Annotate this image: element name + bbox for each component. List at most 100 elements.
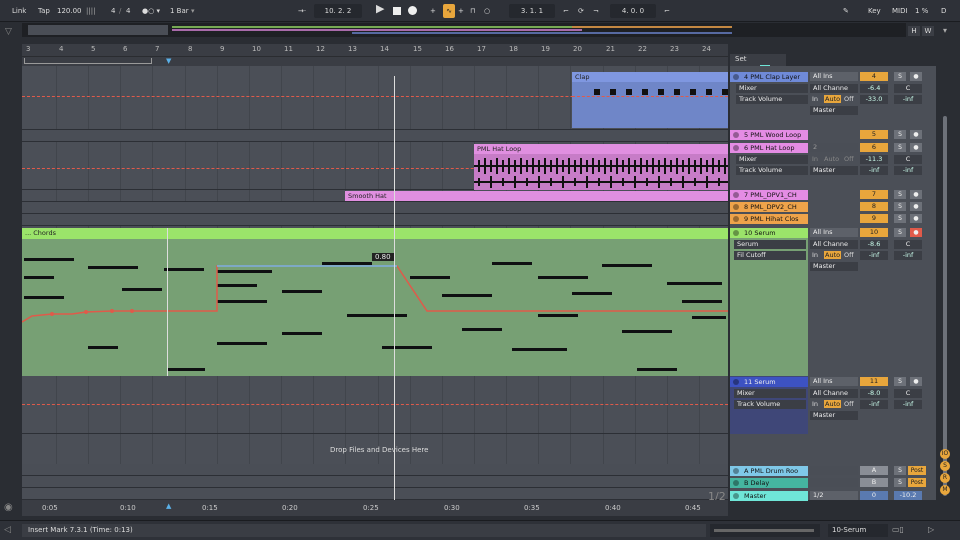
track-header-11[interactable]: 11 Serum [730, 377, 808, 387]
key-map-button[interactable]: Key [868, 4, 881, 18]
pencil-icon[interactable]: ✎ [843, 4, 849, 18]
track-lane-8[interactable] [22, 202, 728, 214]
fold-icon[interactable] [733, 132, 739, 138]
master-volume-field[interactable]: -10.2 [894, 491, 922, 500]
send-field[interactable]: -inf [860, 166, 888, 175]
midi-map-button[interactable]: MIDI [892, 4, 908, 18]
track-header-5[interactable]: 5 PML Wood Loop [730, 130, 808, 140]
arm-button-icon[interactable]: ● [910, 143, 922, 152]
send-field[interactable]: -inf [860, 251, 888, 260]
solo-button[interactable]: S [894, 478, 906, 487]
sends-toggle-icon[interactable]: S [940, 461, 950, 471]
song-position-field[interactable]: 10. 2. 2 [314, 4, 362, 18]
return-lane-b[interactable] [22, 476, 728, 488]
monitor-in-button[interactable]: In [812, 400, 818, 408]
volume-field[interactable]: -8.6 [860, 240, 888, 249]
loop-icon[interactable]: ⟳ [578, 4, 584, 18]
time-ruler[interactable]: 0:05 0:10 0:15 0:20 0:25 0:30 0:35 0:40 … [22, 500, 728, 516]
monitor-in-button[interactable]: In [812, 155, 818, 163]
device-chooser[interactable]: Serum [734, 240, 806, 249]
arm-button-icon[interactable]: ● [910, 228, 922, 237]
output-menu[interactable]: Master [810, 411, 858, 420]
send-field[interactable]: -inf [894, 166, 922, 175]
parameter-chooser[interactable]: Track Volume [736, 95, 808, 104]
return-header-a[interactable]: A PML Drum Roo [730, 466, 808, 476]
pan-field[interactable]: C [894, 389, 922, 398]
arrangement-overview[interactable] [22, 23, 906, 37]
input-channel-menu[interactable]: All Channe [810, 389, 858, 398]
clip-chords[interactable]: ... Chords 0.80 [22, 228, 728, 376]
track-activator[interactable]: 7 [860, 190, 888, 199]
parameter-chooser[interactable]: Track Volume [734, 400, 806, 409]
pan-field[interactable]: C [894, 84, 922, 93]
post-button[interactable]: Post [908, 478, 926, 487]
arrangement-view[interactable]: Clap PML Hat Loop Smooth Hat ... Chords … [22, 66, 728, 500]
master-activator[interactable]: 0 [860, 491, 888, 500]
capture-icon[interactable]: ⊓ [470, 4, 475, 18]
overview-viewport[interactable] [28, 25, 168, 35]
solo-button[interactable]: S [894, 130, 906, 139]
circle-button-icon[interactable]: ◉ [4, 502, 13, 513]
output-menu[interactable]: Master [810, 106, 858, 115]
tempo-field[interactable]: 120.00 [57, 4, 82, 18]
punch-out-icon[interactable]: ¬ [593, 4, 599, 18]
track-header-10[interactable]: 10 Serum [730, 228, 808, 238]
device-chooser[interactable]: Mixer [734, 389, 806, 398]
monitor-auto-button[interactable]: Auto [824, 251, 842, 259]
h-button[interactable]: H [908, 26, 920, 36]
fold-icon[interactable] [733, 379, 739, 385]
input-type-menu[interactable]: 2 [810, 143, 858, 152]
volume-field[interactable]: -11.3 [860, 155, 888, 164]
monitor-in-button[interactable]: In [812, 95, 818, 103]
arm-button-icon[interactable]: ● [910, 130, 922, 139]
automation-arm-icon[interactable]: ∿ [443, 4, 455, 18]
track-activator[interactable]: 5 [860, 130, 888, 139]
solo-button[interactable]: S [894, 466, 906, 475]
loop-start-field[interactable]: 3. 1. 1 [509, 4, 555, 18]
returns-toggle-icon[interactable]: R [940, 473, 950, 483]
session-record-icon[interactable]: ○ [484, 4, 490, 18]
track-header-9[interactable]: 9 PML Hihat Clos [730, 214, 808, 224]
chevron-down-icon[interactable]: ▾ [940, 26, 950, 36]
loop-brace[interactable] [24, 58, 152, 64]
record-icon[interactable] [408, 4, 417, 18]
fold-icon[interactable] [733, 216, 739, 222]
send-field[interactable]: -33.0 [860, 95, 888, 104]
follow-icon[interactable]: →· [298, 4, 306, 18]
solo-button[interactable]: S [894, 228, 906, 237]
solo-button[interactable]: S [894, 143, 906, 152]
clip-smooth-hat[interactable]: Smooth Hat [345, 191, 728, 201]
clip-clap[interactable]: Clap [572, 72, 728, 128]
re-enable-automation-icon[interactable]: + [458, 4, 464, 18]
return-header-b[interactable]: B Delay [730, 478, 808, 488]
track-activator[interactable]: 11 [860, 377, 888, 386]
device-chooser[interactable]: Mixer [736, 84, 808, 93]
link-button[interactable]: Link [12, 4, 26, 18]
track-activator[interactable]: 6 [860, 143, 888, 152]
track-lane-9[interactable] [22, 214, 728, 226]
arm-button-icon[interactable]: ● [910, 202, 922, 211]
monitor-off-button[interactable]: Off [844, 400, 854, 408]
chevron-down-icon[interactable]: ▽ [5, 27, 12, 37]
metronome-bars-icon[interactable]: |||| [86, 4, 95, 18]
vertical-scrollbar[interactable] [940, 66, 950, 500]
track-header-8[interactable]: 8 PML_DPV2_CH [730, 202, 808, 212]
loop-length-field[interactable]: 4. 0. 0 [610, 4, 656, 18]
stop-icon[interactable] [393, 4, 401, 18]
monitor-off-button[interactable]: Off [844, 155, 854, 163]
clip-hat-loop[interactable]: PML Hat Loop [474, 144, 728, 190]
post-button[interactable]: Post [908, 466, 926, 475]
chevron-down-icon[interactable]: ▾ [191, 4, 195, 18]
metronome-icon[interactable]: ●○ ▾ [142, 4, 160, 18]
track-lane-5[interactable] [22, 130, 728, 142]
solo-button[interactable]: S [894, 190, 906, 199]
monitor-auto-button[interactable]: Auto [824, 155, 839, 163]
parameter-chooser[interactable]: Fil Cutoff [734, 251, 806, 260]
send-field[interactable]: -inf [894, 95, 922, 104]
insert-marker-icon[interactable]: ▲ [166, 502, 171, 510]
view-toggle-icon[interactable]: ▭▯ [892, 525, 904, 534]
fold-icon[interactable] [733, 74, 739, 80]
fold-icon[interactable] [733, 204, 739, 210]
fold-icon[interactable] [733, 145, 739, 151]
draw-mode-icon[interactable]: ⌐ [664, 4, 670, 18]
